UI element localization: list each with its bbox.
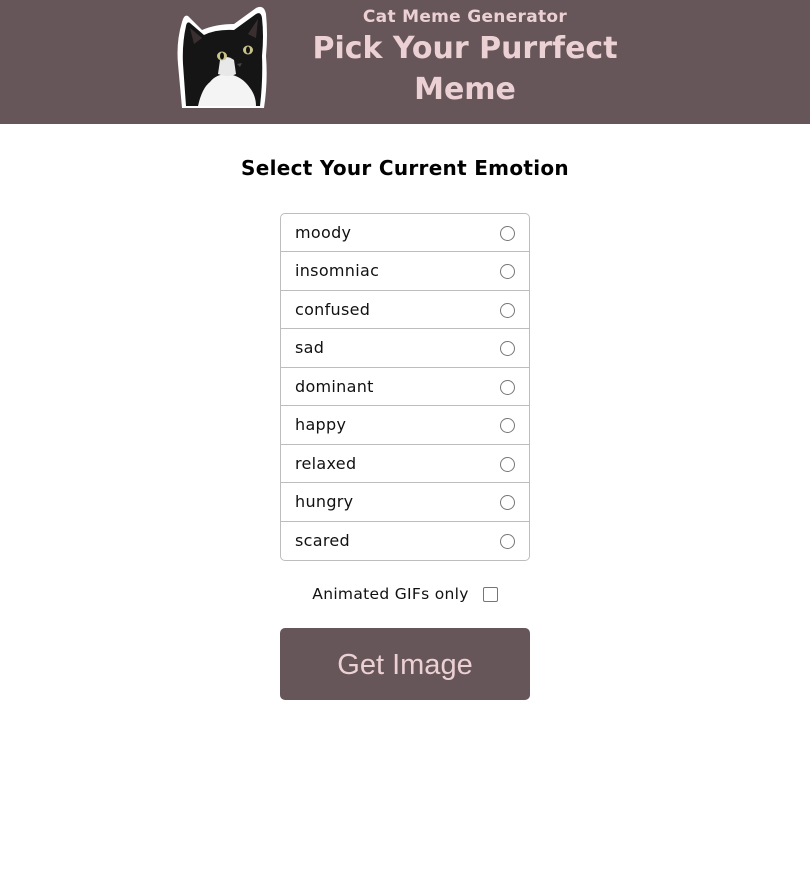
gif-only-label[interactable]: Animated GIFs only	[312, 582, 468, 606]
emotion-label: happy	[295, 415, 347, 435]
radio-button[interactable]	[500, 533, 515, 549]
emotion-option-insomniac[interactable]: insomniac	[281, 252, 529, 291]
radio-button[interactable]	[500, 456, 515, 472]
radio-button[interactable]	[500, 302, 515, 318]
emotion-option-hungry[interactable]: hungry	[281, 483, 529, 522]
gif-filter-row: Animated GIFs only	[0, 582, 810, 606]
emotion-label: relaxed	[295, 453, 357, 473]
cat-logo-icon	[177, 6, 267, 109]
site-header: Cat Meme Generator Pick Your Purrfect Me…	[0, 0, 810, 124]
radio-button[interactable]	[500, 264, 515, 280]
site-subtitle: Cat Meme Generator	[362, 7, 568, 27]
emotion-radio-list: moody insomniac confused sad dominant ha…	[280, 213, 530, 561]
emotion-label: insomniac	[295, 261, 380, 281]
emotion-option-sad[interactable]: sad	[281, 329, 529, 368]
emotion-option-scared[interactable]: scared	[281, 522, 529, 560]
gif-only-checkbox[interactable]	[482, 586, 498, 602]
emotion-option-happy[interactable]: happy	[281, 406, 529, 445]
emotion-label: scared	[295, 530, 350, 550]
emotion-label: hungry	[295, 492, 354, 512]
emotion-option-relaxed[interactable]: relaxed	[281, 445, 529, 484]
radio-button[interactable]	[500, 418, 515, 434]
emotion-section-heading: Select Your Current Emotion	[241, 156, 569, 180]
emotion-label: dominant	[295, 376, 374, 396]
emotion-label: moody	[295, 223, 352, 242]
get-image-button[interactable]: Get Image	[280, 628, 530, 700]
emotion-label: confused	[295, 299, 371, 319]
emotion-option-confused[interactable]: confused	[281, 291, 529, 330]
radio-button[interactable]	[500, 341, 515, 357]
page-title: Pick Your Purrfect Meme	[312, 31, 618, 107]
gif-filter-control[interactable]: Animated GIFs only	[312, 582, 498, 606]
radio-button[interactable]	[500, 226, 515, 241]
radio-button[interactable]	[500, 495, 515, 511]
radio-button[interactable]	[500, 379, 515, 395]
emotion-option-dominant[interactable]: dominant	[281, 368, 529, 407]
emotion-option-moody[interactable]: moody	[281, 214, 529, 253]
emotion-label: sad	[295, 338, 325, 358]
